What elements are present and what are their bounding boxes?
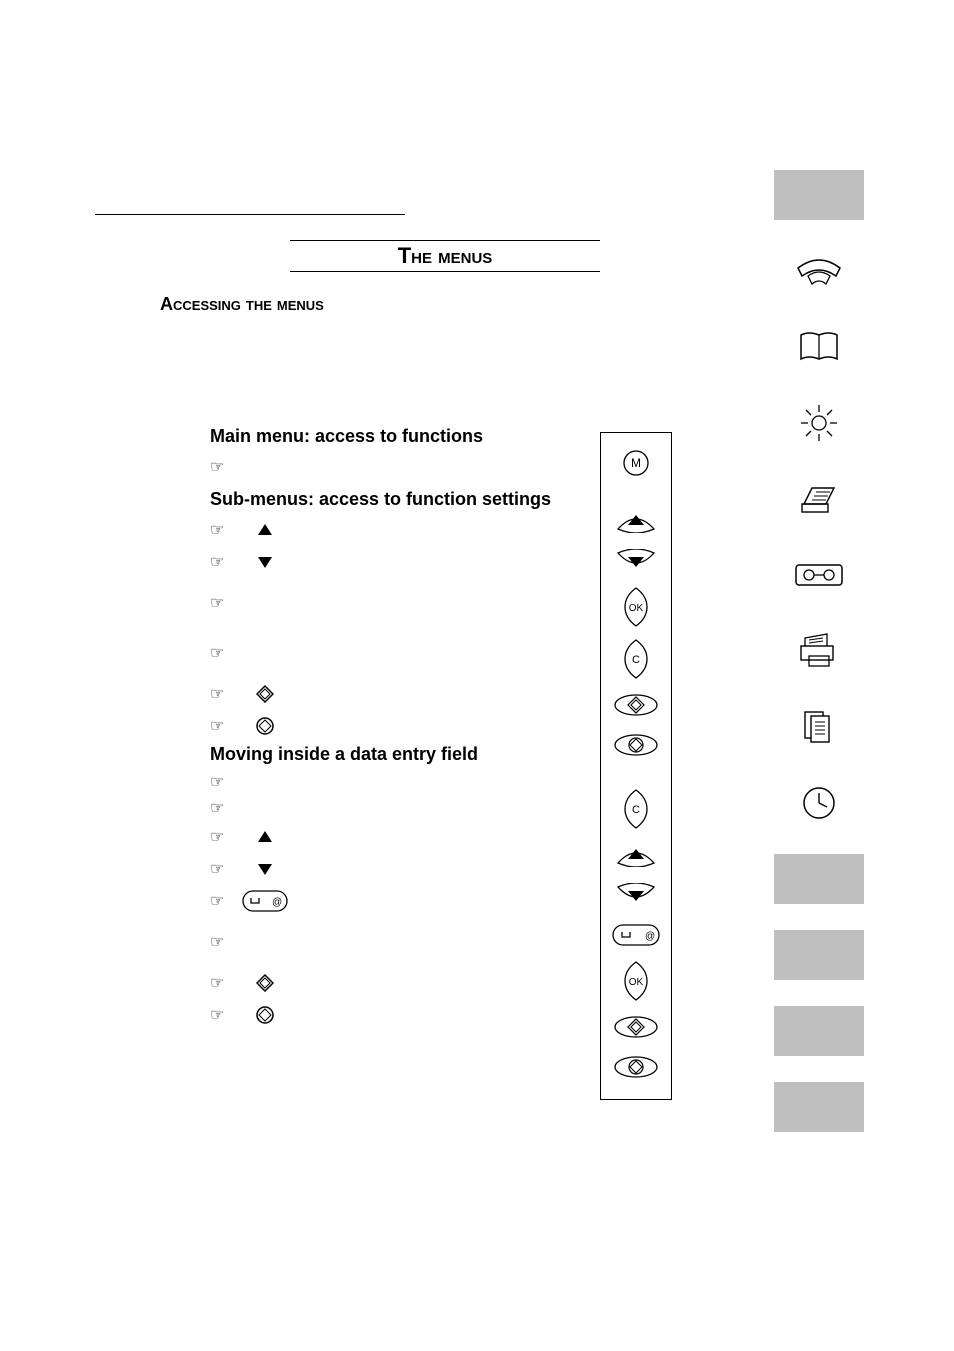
pointer-icon: ☞ xyxy=(210,798,240,818)
pointer-icon: ☞ xyxy=(210,684,240,704)
svg-text:@: @ xyxy=(645,931,655,942)
c-key-icon: C xyxy=(621,633,651,685)
stop-diamond-icon xyxy=(240,1006,290,1024)
sub-menus-heading: Sub-menus: access to function settings xyxy=(210,489,590,510)
book-icon xyxy=(795,329,843,365)
moving-heading: Moving inside a data entry field xyxy=(210,744,590,765)
svg-text:OK: OK xyxy=(629,603,644,614)
start-diamond-icon xyxy=(240,974,290,992)
pointer-icon: ☞ xyxy=(210,520,240,540)
book-tab xyxy=(774,322,864,372)
list-tab xyxy=(774,702,864,752)
space-at-key-icon: @ xyxy=(240,890,290,912)
up-arrow-icon xyxy=(240,831,290,843)
svg-text:M: M xyxy=(631,456,641,470)
c-key-icon: C xyxy=(621,783,651,835)
menu-key-icon: M xyxy=(621,443,651,483)
clock-tab xyxy=(774,778,864,828)
paper-tab xyxy=(774,474,864,524)
phone-tab xyxy=(774,246,864,296)
svg-text:C: C xyxy=(632,804,640,816)
pointer-icon: ☞ xyxy=(210,716,240,736)
up-key-icon xyxy=(614,835,658,875)
start-key-icon xyxy=(613,1007,659,1047)
section-title-wrap: The menus xyxy=(290,240,600,272)
svg-text:@: @ xyxy=(272,897,282,908)
stop-key-icon xyxy=(613,1047,659,1087)
key-reference-column: M OK C C @ OK xyxy=(600,432,672,1100)
down-arrow-icon xyxy=(240,863,290,875)
cassette-icon xyxy=(794,561,844,589)
space-at-key-icon: @ xyxy=(612,915,660,955)
stop-key-icon xyxy=(613,725,659,765)
svg-text:C: C xyxy=(632,654,640,666)
print-tab xyxy=(774,626,864,676)
svg-text:OK: OK xyxy=(629,977,644,988)
pointer-icon: ☞ xyxy=(210,772,240,792)
printer-icon xyxy=(797,632,841,670)
pointer-icon: ☞ xyxy=(210,932,240,952)
start-diamond-icon xyxy=(240,685,290,703)
pointer-icon: ☞ xyxy=(210,552,240,572)
down-arrow-icon xyxy=(240,556,290,568)
pointer-icon: ☞ xyxy=(210,457,240,477)
pointer-icon: ☞ xyxy=(210,827,240,847)
down-key-icon xyxy=(614,875,658,915)
document-list-icon xyxy=(799,708,839,746)
up-arrow-icon xyxy=(240,524,290,536)
blank-tab xyxy=(774,930,864,980)
stop-diamond-icon xyxy=(240,717,290,735)
up-key-icon xyxy=(614,501,658,541)
sun-icon xyxy=(799,403,839,443)
down-key-icon xyxy=(614,541,658,581)
phone-icon xyxy=(792,254,846,288)
blank-tab xyxy=(774,854,864,904)
main-menu-heading: Main menu: access to functions xyxy=(210,426,590,447)
ok-key-icon: OK xyxy=(621,581,651,633)
tape-tab xyxy=(774,550,864,600)
section-tab-sidebar xyxy=(774,170,864,1132)
section-title: The menus xyxy=(290,241,600,271)
pointer-icon: ☞ xyxy=(210,973,240,993)
pointer-icon: ☞ xyxy=(210,593,240,613)
blank-tab xyxy=(774,1082,864,1132)
top-rule xyxy=(95,214,405,215)
clock-icon xyxy=(801,785,837,821)
pointer-icon: ☞ xyxy=(210,1005,240,1025)
pointer-icon: ☞ xyxy=(210,891,240,911)
subheading: Accessing the menus xyxy=(160,294,324,315)
pointer-icon: ☞ xyxy=(210,859,240,879)
ok-key-icon: OK xyxy=(621,955,651,1007)
title-rule-bottom xyxy=(290,271,600,272)
start-key-icon xyxy=(613,685,659,725)
blank-tab xyxy=(774,1006,864,1056)
blank-tab xyxy=(774,170,864,220)
content-column: Main menu: access to functions ☞ Sub-men… xyxy=(210,426,590,1031)
brightness-tab xyxy=(774,398,864,448)
paper-tray-icon xyxy=(796,482,842,516)
pointer-icon: ☞ xyxy=(210,643,240,663)
